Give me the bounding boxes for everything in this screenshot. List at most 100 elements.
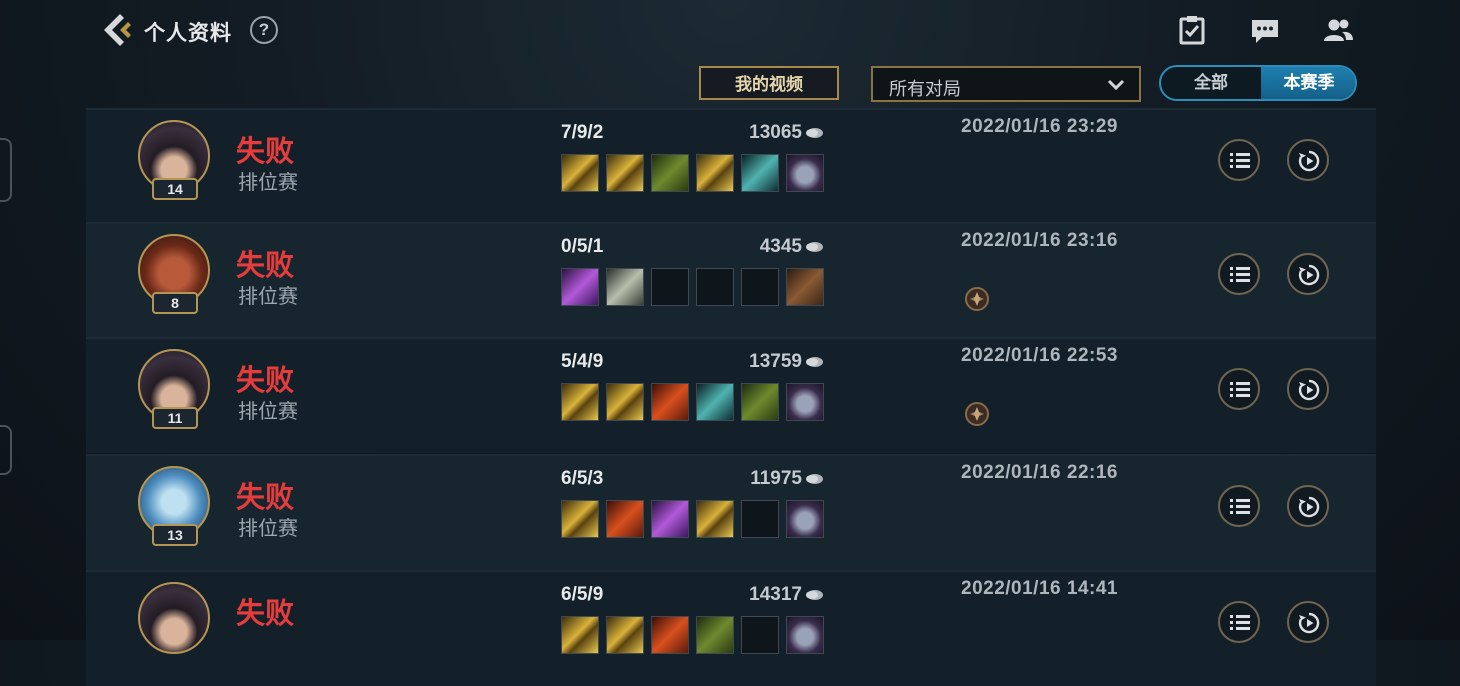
champion-avatar[interactable] [138,582,210,662]
match-row[interactable]: 13 失败 排位赛 6/5/3 11975 2022/01/16 22:16 [86,454,1376,570]
match-date: 2022/01/16 22:53 [961,345,1118,366]
gold-amount: 11975 [686,468,824,490]
item-slot-gold[interactable] [561,500,599,538]
item-slot-red[interactable] [606,500,644,538]
item-slot-empty[interactable] [651,268,689,306]
page-title: 个人资料 [144,22,232,45]
item-slot-red[interactable] [651,616,689,654]
match-details-button[interactable] [1218,485,1260,527]
details-list-icon [1230,382,1250,397]
gold-amount: 4345 [686,236,824,258]
item-slot-green[interactable] [696,616,734,654]
match-date: 2022/01/16 14:41 [961,578,1118,599]
item-slot-empty[interactable] [741,616,779,654]
match-details-button[interactable] [1218,601,1260,643]
kda-text: 7/9/2 [561,122,604,143]
gold-coin-icon [806,356,823,367]
item-slot-gold[interactable] [561,616,599,654]
match-date: 2022/01/16 23:16 [961,230,1118,251]
dropdown-value: 所有对局 [889,79,961,99]
gold-coin-icon [806,589,823,600]
item-slot-violet[interactable] [561,268,599,306]
match-result: 失败 [236,598,295,630]
toggle-all-option[interactable]: 全部 [1161,67,1261,99]
champion-avatar[interactable]: 11 [138,349,210,429]
champion-level: 8 [152,292,198,314]
back-arrow-icon[interactable] [98,12,134,48]
toggle-season-option[interactable]: 本赛季 [1261,67,1355,99]
item-slot-gold[interactable] [696,500,734,538]
item-slot-violet[interactable] [651,500,689,538]
gold-coin-icon [806,473,823,484]
match-mode: 排位赛 [238,286,298,308]
side-tab[interactable] [0,425,12,475]
match-replay-button[interactable] [1287,485,1329,527]
match-row[interactable]: 失败 6/5/9 14317 2022/01/16 14:41 [86,570,1376,686]
task-clipboard-icon[interactable] [1176,14,1208,46]
item-slot-purple[interactable] [786,616,824,654]
friends-icon[interactable] [1322,14,1354,46]
kda-text: 0/5/1 [561,236,604,257]
item-slot-gold[interactable] [606,383,644,421]
top-bar: 个人资料 ? [0,0,1460,60]
match-mode: 排位赛 [238,172,298,194]
item-slot-red[interactable] [651,383,689,421]
match-row[interactable]: 14 失败排位赛 7/9/2 13065 2022/01/16 23:29 [86,108,1376,224]
help-icon[interactable]: ? [250,16,278,44]
chat-icon[interactable] [1249,14,1281,46]
item-slot-empty[interactable] [741,268,779,306]
season-toggle[interactable]: 全部 本赛季 [1159,65,1357,101]
item-slot-gold[interactable] [606,154,644,192]
gold-value: 13759 [749,351,802,372]
match-replay-button[interactable] [1287,139,1329,181]
replay-icon [1298,150,1320,172]
match-result: 失败 [236,365,295,397]
chevron-down-icon [1107,79,1125,91]
match-result: 失败 [236,136,295,168]
item-slot-gold[interactable] [561,154,599,192]
details-list-icon [1230,615,1250,630]
gold-value: 4345 [759,236,802,257]
item-slot-silver[interactable] [606,268,644,306]
match-row[interactable]: 8 失败 排位赛 0/5/1 4345 2022/01/16 23:16 [86,222,1376,338]
item-slot-gold[interactable] [561,383,599,421]
side-tab[interactable] [0,138,12,202]
match-replay-button[interactable] [1287,368,1329,410]
match-result: 失败 [236,482,295,514]
gold-coin-icon [806,241,823,252]
item-slot-teal[interactable] [696,383,734,421]
item-slot-gold[interactable] [696,154,734,192]
gold-value: 13065 [749,122,802,143]
champion-avatar[interactable]: 13 [138,466,210,546]
match-type-dropdown[interactable]: 所有对局 [871,66,1141,102]
item-slot-green[interactable] [741,383,779,421]
item-slot-purple[interactable] [786,154,824,192]
item-slot-brown[interactable] [786,268,824,306]
item-slot-purple[interactable] [786,383,824,421]
match-details-button[interactable] [1218,253,1260,295]
match-date: 2022/01/16 23:29 [961,116,1118,137]
gold-amount: 14317 [686,584,824,606]
gold-value: 14317 [749,584,802,605]
item-slot-empty[interactable] [741,500,779,538]
match-row[interactable]: 11 失败 排位赛 5/4/9 13759 2022/01/16 22:53 [86,337,1376,453]
match-details-button[interactable] [1218,139,1260,181]
kda-text: 6/5/3 [561,468,604,489]
replay-icon [1298,496,1320,518]
item-slot-gold[interactable] [606,616,644,654]
champion-avatar[interactable]: 14 [138,120,210,200]
replay-icon [1298,264,1320,286]
my-videos-button[interactable]: 我的视频 [699,66,839,100]
match-details-button[interactable] [1218,368,1260,410]
match-replay-button[interactable] [1287,253,1329,295]
gold-amount: 13065 [686,122,824,144]
honor-badge-icon [965,402,989,426]
item-slot-empty[interactable] [696,268,734,306]
item-slot-green[interactable] [651,154,689,192]
details-list-icon [1230,153,1250,168]
item-slot-purple[interactable] [786,500,824,538]
match-replay-button[interactable] [1287,601,1329,643]
item-slot-teal[interactable] [741,154,779,192]
kda-text: 6/5/9 [561,584,604,605]
champion-avatar[interactable]: 8 [138,234,210,314]
